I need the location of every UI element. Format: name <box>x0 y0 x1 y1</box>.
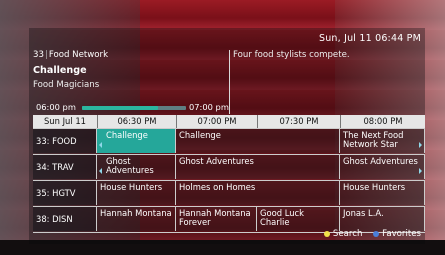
program-grid: 33: FOOD Challenge Challenge The Next Fo… <box>33 128 425 233</box>
episode-title: Food Magicians <box>33 80 100 90</box>
channel-row-food: 33: FOOD Challenge Challenge The Next Fo… <box>33 128 425 154</box>
program-cell[interactable]: Ghost Adventures <box>176 155 340 179</box>
program-title: Hannah Montana Forever <box>179 208 251 227</box>
search-label: Search <box>332 229 363 239</box>
program-title: Challenge <box>179 130 221 140</box>
blue-dot-icon <box>373 231 380 237</box>
time-slot: 07:00 PM <box>176 115 257 128</box>
program-cell[interactable]: Ghost Adventures <box>97 155 176 179</box>
program-description: Four food stylists compete. <box>229 50 425 114</box>
time-header-date: Sun Jul 11 <box>43 116 87 126</box>
search-button[interactable]: Search <box>323 229 363 239</box>
channel-label[interactable]: 34: TRAV <box>33 155 97 179</box>
channel-label[interactable]: 38: DISN <box>33 207 97 231</box>
channel-row-hgtv: 35: HGTV House Hunters Holmes on Homes H… <box>33 180 425 206</box>
time-slot: 06:30 PM <box>97 115 176 128</box>
time-slot: 07:30 PM <box>257 115 340 128</box>
program-end-time: 07:00 pm <box>189 102 229 112</box>
program-cell[interactable]: House Hunters <box>97 181 176 205</box>
program-title: Ghost Adventures <box>106 156 154 175</box>
button-legend: Search Favorites <box>316 229 421 240</box>
channel-line: 33|Food Network <box>33 50 229 60</box>
channel-name: Food Network <box>48 50 109 60</box>
program-progress: 06:00 pm 07:00 pm <box>33 99 229 113</box>
program-cell-selected[interactable]: Challenge <box>97 129 176 153</box>
program-title: Ghost Adventures <box>343 156 418 166</box>
arrow-right-icon <box>419 142 422 148</box>
arrow-left-icon <box>99 168 102 174</box>
program-title: Ghost Adventures <box>179 156 254 166</box>
time-header: Sun Jul 11 06:30 PM 07:00 PM 07:30 PM 08… <box>33 115 425 128</box>
channel-label[interactable]: 33: FOOD <box>33 129 97 153</box>
current-datetime: Sun, Jul 11 06:44 PM <box>318 33 421 44</box>
progress-fill <box>82 106 158 110</box>
program-cell[interactable]: Jonas L.A. <box>340 207 425 231</box>
favorites-button[interactable]: Favorites <box>373 229 421 239</box>
arrow-right-icon <box>419 168 422 174</box>
progress-track <box>82 106 186 110</box>
channel-label[interactable]: 35: HGTV <box>33 181 97 205</box>
time-slot: 08:00 PM <box>340 115 425 128</box>
program-cell[interactable]: Challenge <box>176 129 340 153</box>
program-cell[interactable]: Hannah Montana Forever <box>176 207 257 231</box>
program-cell[interactable]: The Next Food Network Star <box>340 129 425 153</box>
arrow-left-icon <box>99 142 102 148</box>
program-cell[interactable]: Good Luck Charlie <box>257 207 340 231</box>
program-title: Holmes on Homes <box>179 182 256 192</box>
program-cell[interactable]: Ghost Adventures <box>340 155 425 179</box>
program-title: Challenge <box>106 130 148 140</box>
program-title: Good Luck Charlie <box>260 208 304 227</box>
channel-row-trav: 34: TRAV Ghost Adventures Ghost Adventur… <box>33 154 425 180</box>
program-cell[interactable]: House Hunters <box>340 181 425 205</box>
program-cell[interactable]: Hannah Montana <box>97 207 176 231</box>
program-start-time: 06:00 pm <box>36 102 76 112</box>
program-cell[interactable]: Holmes on Homes <box>176 181 340 205</box>
program-title: House Hunters <box>100 182 163 192</box>
program-title: The Next Food Network Star <box>343 130 404 149</box>
program-title: Jonas L.A. <box>343 208 384 218</box>
program-title: Challenge <box>33 65 87 76</box>
favorites-label: Favorites <box>382 229 421 239</box>
program-title: Hannah Montana <box>100 208 172 218</box>
channel-number: 33 <box>33 50 44 60</box>
program-title: House Hunters <box>343 182 406 192</box>
yellow-dot-icon <box>323 231 330 237</box>
